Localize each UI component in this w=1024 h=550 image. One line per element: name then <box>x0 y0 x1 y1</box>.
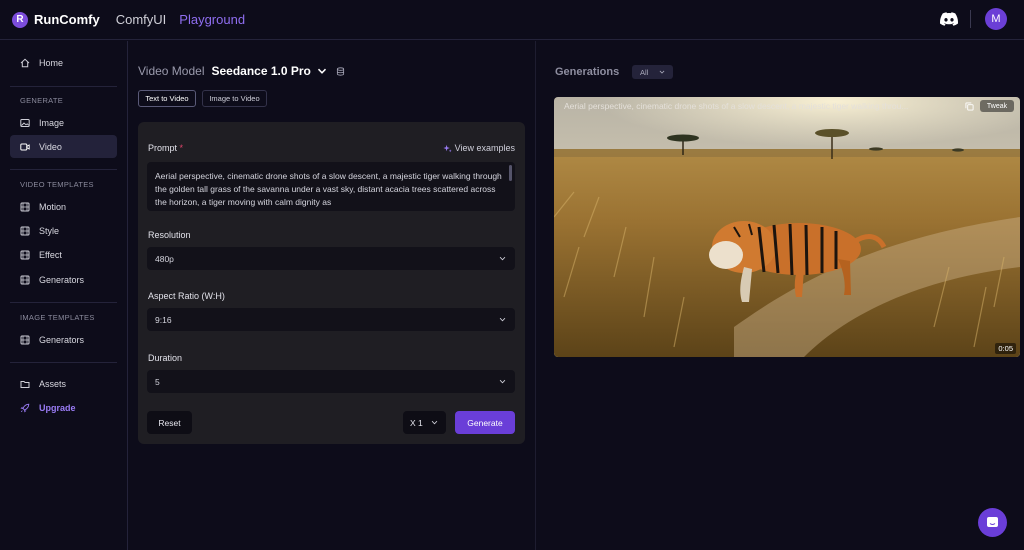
sidebar-item-label: Generators <box>39 274 85 285</box>
required-marker: * <box>179 143 184 153</box>
brand[interactable]: R RunComfy <box>12 11 100 28</box>
section-image-templates: IMAGE TEMPLATES <box>20 313 95 322</box>
generations-title: Generations <box>555 66 620 78</box>
tweak-button[interactable]: Tweak <box>980 100 1014 112</box>
video-icon <box>20 143 30 150</box>
film-icon <box>20 226 30 235</box>
sidebar-item-label: Generators <box>39 334 85 345</box>
chat-icon <box>987 517 998 527</box>
sidebar-item-label: Home <box>39 57 64 68</box>
duration-select[interactable]: 5 <box>147 370 515 393</box>
sidebar-item-label: Effect <box>39 249 62 260</box>
prompt-label-text: Prompt <box>148 143 178 153</box>
home-icon <box>20 58 30 67</box>
film-icon <box>20 250 30 259</box>
chevron-down-icon <box>499 317 506 322</box>
sidebar-item-label: Assets <box>39 378 67 389</box>
tab-image-to-video[interactable]: Image to Video <box>202 90 267 107</box>
count-select[interactable]: X 1 <box>403 411 446 434</box>
rocket-icon <box>20 403 30 413</box>
discord-icon[interactable] <box>940 12 958 26</box>
copy-icon[interactable] <box>965 102 974 111</box>
film-icon <box>20 275 30 284</box>
chevron-down-icon <box>499 256 506 261</box>
resolution-label: Resolution <box>148 230 191 240</box>
chevron-down-icon <box>431 420 438 425</box>
nav-comfyui[interactable]: ComfyUI <box>116 12 167 27</box>
sidebar-item-image[interactable]: Image <box>10 111 117 134</box>
chevron-down-icon[interactable] <box>317 66 327 76</box>
nav-playground[interactable]: Playground <box>179 12 245 27</box>
prompt-scrollbar[interactable] <box>509 165 512 181</box>
runcomfy-logo-icon: R <box>12 11 28 28</box>
sidebar-item-assets[interactable]: Assets <box>10 372 117 395</box>
film-icon <box>20 335 30 344</box>
prompt-label: Prompt * <box>148 143 183 153</box>
reset-button[interactable]: Reset <box>147 411 192 434</box>
filter-value: All <box>640 67 649 77</box>
avatar[interactable]: M <box>985 8 1007 30</box>
folder-icon <box>20 380 30 388</box>
sidebar-item-label: Image <box>39 117 65 128</box>
duration-label: Duration <box>148 353 183 363</box>
sidebar-item-label: Upgrade <box>39 402 76 413</box>
view-examples-label: View examples <box>454 143 515 153</box>
chat-support-button[interactable] <box>978 508 1007 537</box>
prompt-textarea[interactable]: Aerial perspective, cinematic drone shot… <box>147 162 515 211</box>
sidebar-item-video[interactable]: Video <box>10 135 117 158</box>
sidebar: Home GENERATE Image Video VIDEO TEMPLATE… <box>0 41 128 550</box>
model-label: Video Model <box>138 64 205 78</box>
aspect-ratio-select[interactable]: 9:16 <box>147 308 515 331</box>
sidebar-item-style[interactable]: Style <box>10 219 117 242</box>
tiger-savanna-thumbnail[interactable] <box>554 97 1020 357</box>
sidebar-divider <box>10 302 117 303</box>
sidebar-divider <box>10 86 117 87</box>
model-name: Seedance 1.0 Pro <box>211 64 311 78</box>
sidebar-item-home[interactable]: Home <box>10 51 117 74</box>
top-right-actions: M <box>940 8 1007 30</box>
aspect-ratio-label: Aspect Ratio (W:H) <box>148 291 225 301</box>
sidebar-item-video-generators[interactable]: Generators <box>10 268 117 291</box>
chevron-down-icon <box>659 70 665 74</box>
sidebar-item-label: Motion <box>39 201 67 212</box>
resolution-value: 480p <box>155 253 174 264</box>
sidebar-item-motion[interactable]: Motion <box>10 195 117 218</box>
brand-name: RunComfy <box>34 12 100 27</box>
header-divider <box>970 10 971 28</box>
generation-card[interactable]: Aerial perspective, cinematic drone shot… <box>554 97 1020 357</box>
film-icon <box>20 202 30 211</box>
sidebar-divider <box>10 362 117 363</box>
count-value: X 1 <box>410 417 423 428</box>
duration-value: 5 <box>155 376 160 387</box>
top-bar: R RunComfy ComfyUI Playground M <box>0 0 1024 40</box>
sidebar-item-effect[interactable]: Effect <box>10 243 117 266</box>
sidebar-item-image-generators[interactable]: Generators <box>10 328 117 351</box>
sidebar-item-label: Video <box>39 141 62 152</box>
section-video-templates: VIDEO TEMPLATES <box>20 180 94 189</box>
duration-badge: 0:05 <box>995 343 1016 354</box>
resolution-select[interactable]: 480p <box>147 247 515 270</box>
generation-prompt: Aerial perspective, cinematic drone shot… <box>564 101 909 111</box>
sidebar-item-label: Style <box>39 225 60 236</box>
generate-button[interactable]: Generate <box>455 411 515 434</box>
generation-form: Prompt * View examples Aerial perspectiv… <box>138 122 525 444</box>
sidebar-divider <box>10 169 117 170</box>
database-icon[interactable] <box>336 66 345 76</box>
sidebar-item-upgrade[interactable]: Upgrade <box>10 396 117 419</box>
chevron-down-icon <box>499 379 506 384</box>
panel-divider <box>535 41 536 550</box>
view-examples-link[interactable]: View examples <box>443 143 515 153</box>
tab-text-to-video[interactable]: Text to Video <box>138 90 196 107</box>
image-icon <box>20 118 30 127</box>
generations-filter[interactable]: All <box>632 65 673 79</box>
model-selector[interactable]: Video Model Seedance 1.0 Pro <box>138 64 345 78</box>
prompt-text: Aerial perspective, cinematic drone shot… <box>155 171 502 207</box>
section-generate: GENERATE <box>20 96 64 105</box>
sparkle-icon <box>443 144 452 152</box>
aspect-ratio-value: 9:16 <box>155 314 172 325</box>
